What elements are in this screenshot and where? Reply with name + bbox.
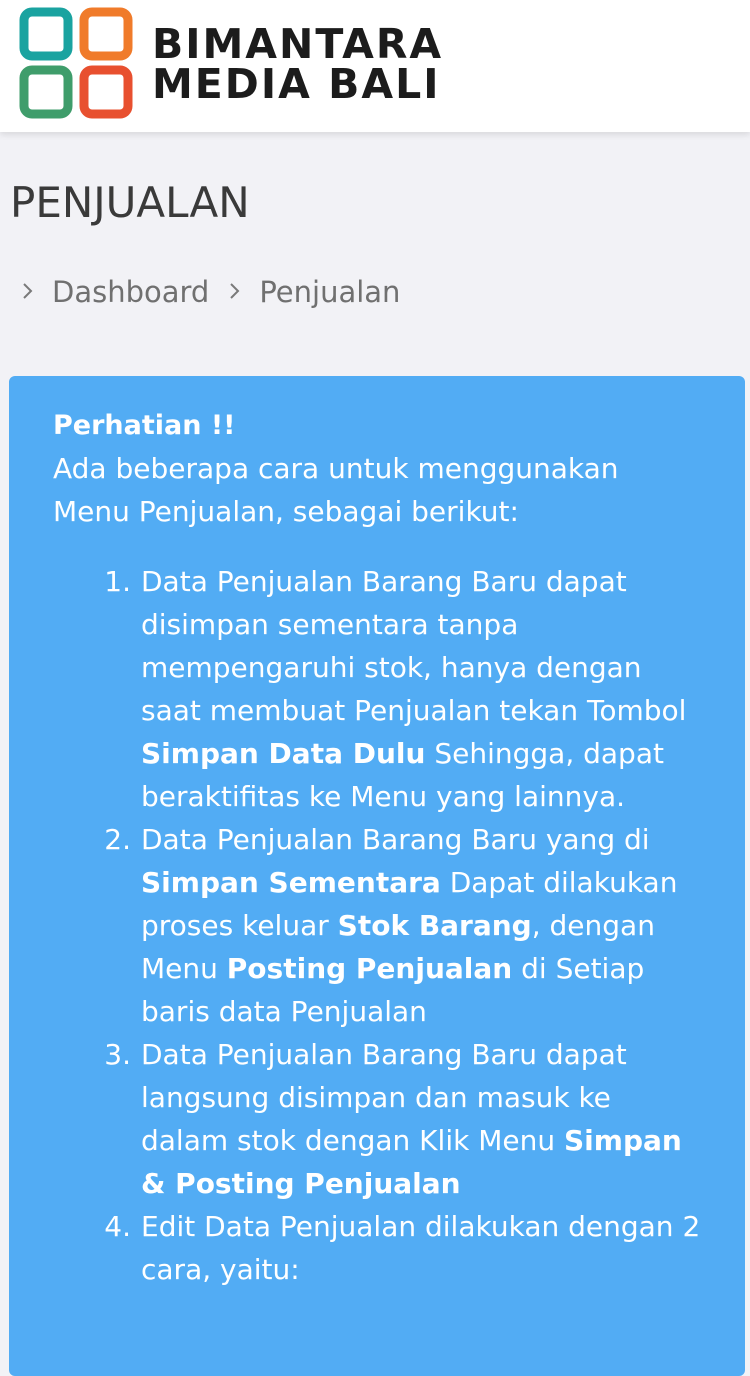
brand-name-line1: BIMANTARA [152, 20, 444, 68]
list-item: 4. Edit Data Penjualan dilakukan dengan … [53, 1205, 701, 1291]
page-title: PENJUALAN [10, 178, 250, 227]
list-item: 2. Data Penjualan Barang Baru yang di Si… [53, 818, 701, 1033]
chevron-right-icon [22, 278, 34, 306]
breadcrumb-dashboard-link[interactable]: Dashboard [52, 275, 209, 309]
list-item: 1. Data Penjualan Barang Baru dapat disi… [53, 560, 701, 818]
list-item-number: 4. [104, 1210, 131, 1243]
alert-intro: Ada beberapa cara untuk menggunakan Menu… [53, 452, 619, 528]
list-item-text: Edit Data Penjualan dilakukan dengan 2 c… [141, 1210, 701, 1286]
alert-heading: Perhatian !! [53, 410, 236, 441]
brand-name-line2: MEDIA BALI [152, 60, 441, 108]
breadcrumb: Dashboard Penjualan [22, 272, 420, 312]
list-item: 3. Data Penjualan Barang Baru dapat lang… [53, 1033, 701, 1205]
info-alert: Perhatian !! Ada beberapa cara untuk men… [9, 376, 745, 1376]
list-item-number: 2. [104, 823, 131, 856]
brand-name[interactable]: BIMANTARA MEDIA BALI [152, 20, 444, 108]
list-item-text: Data Penjualan Barang Baru dapat disimpa… [141, 565, 687, 813]
list-item-number: 1. [104, 565, 131, 598]
list-item-text: Data Penjualan Barang Baru dapat langsun… [141, 1038, 682, 1200]
list-item-text: Data Penjualan Barang Baru yang di Simpa… [141, 823, 678, 1028]
instruction-list: 1. Data Penjualan Barang Baru dapat disi… [53, 560, 701, 1291]
list-item-number: 3. [104, 1038, 131, 1071]
brand-logo-icon[interactable] [18, 6, 138, 126]
top-bar: BIMANTARA MEDIA BALI [0, 0, 750, 132]
chevron-right-icon [229, 278, 241, 306]
breadcrumb-current: Penjualan [259, 275, 401, 309]
